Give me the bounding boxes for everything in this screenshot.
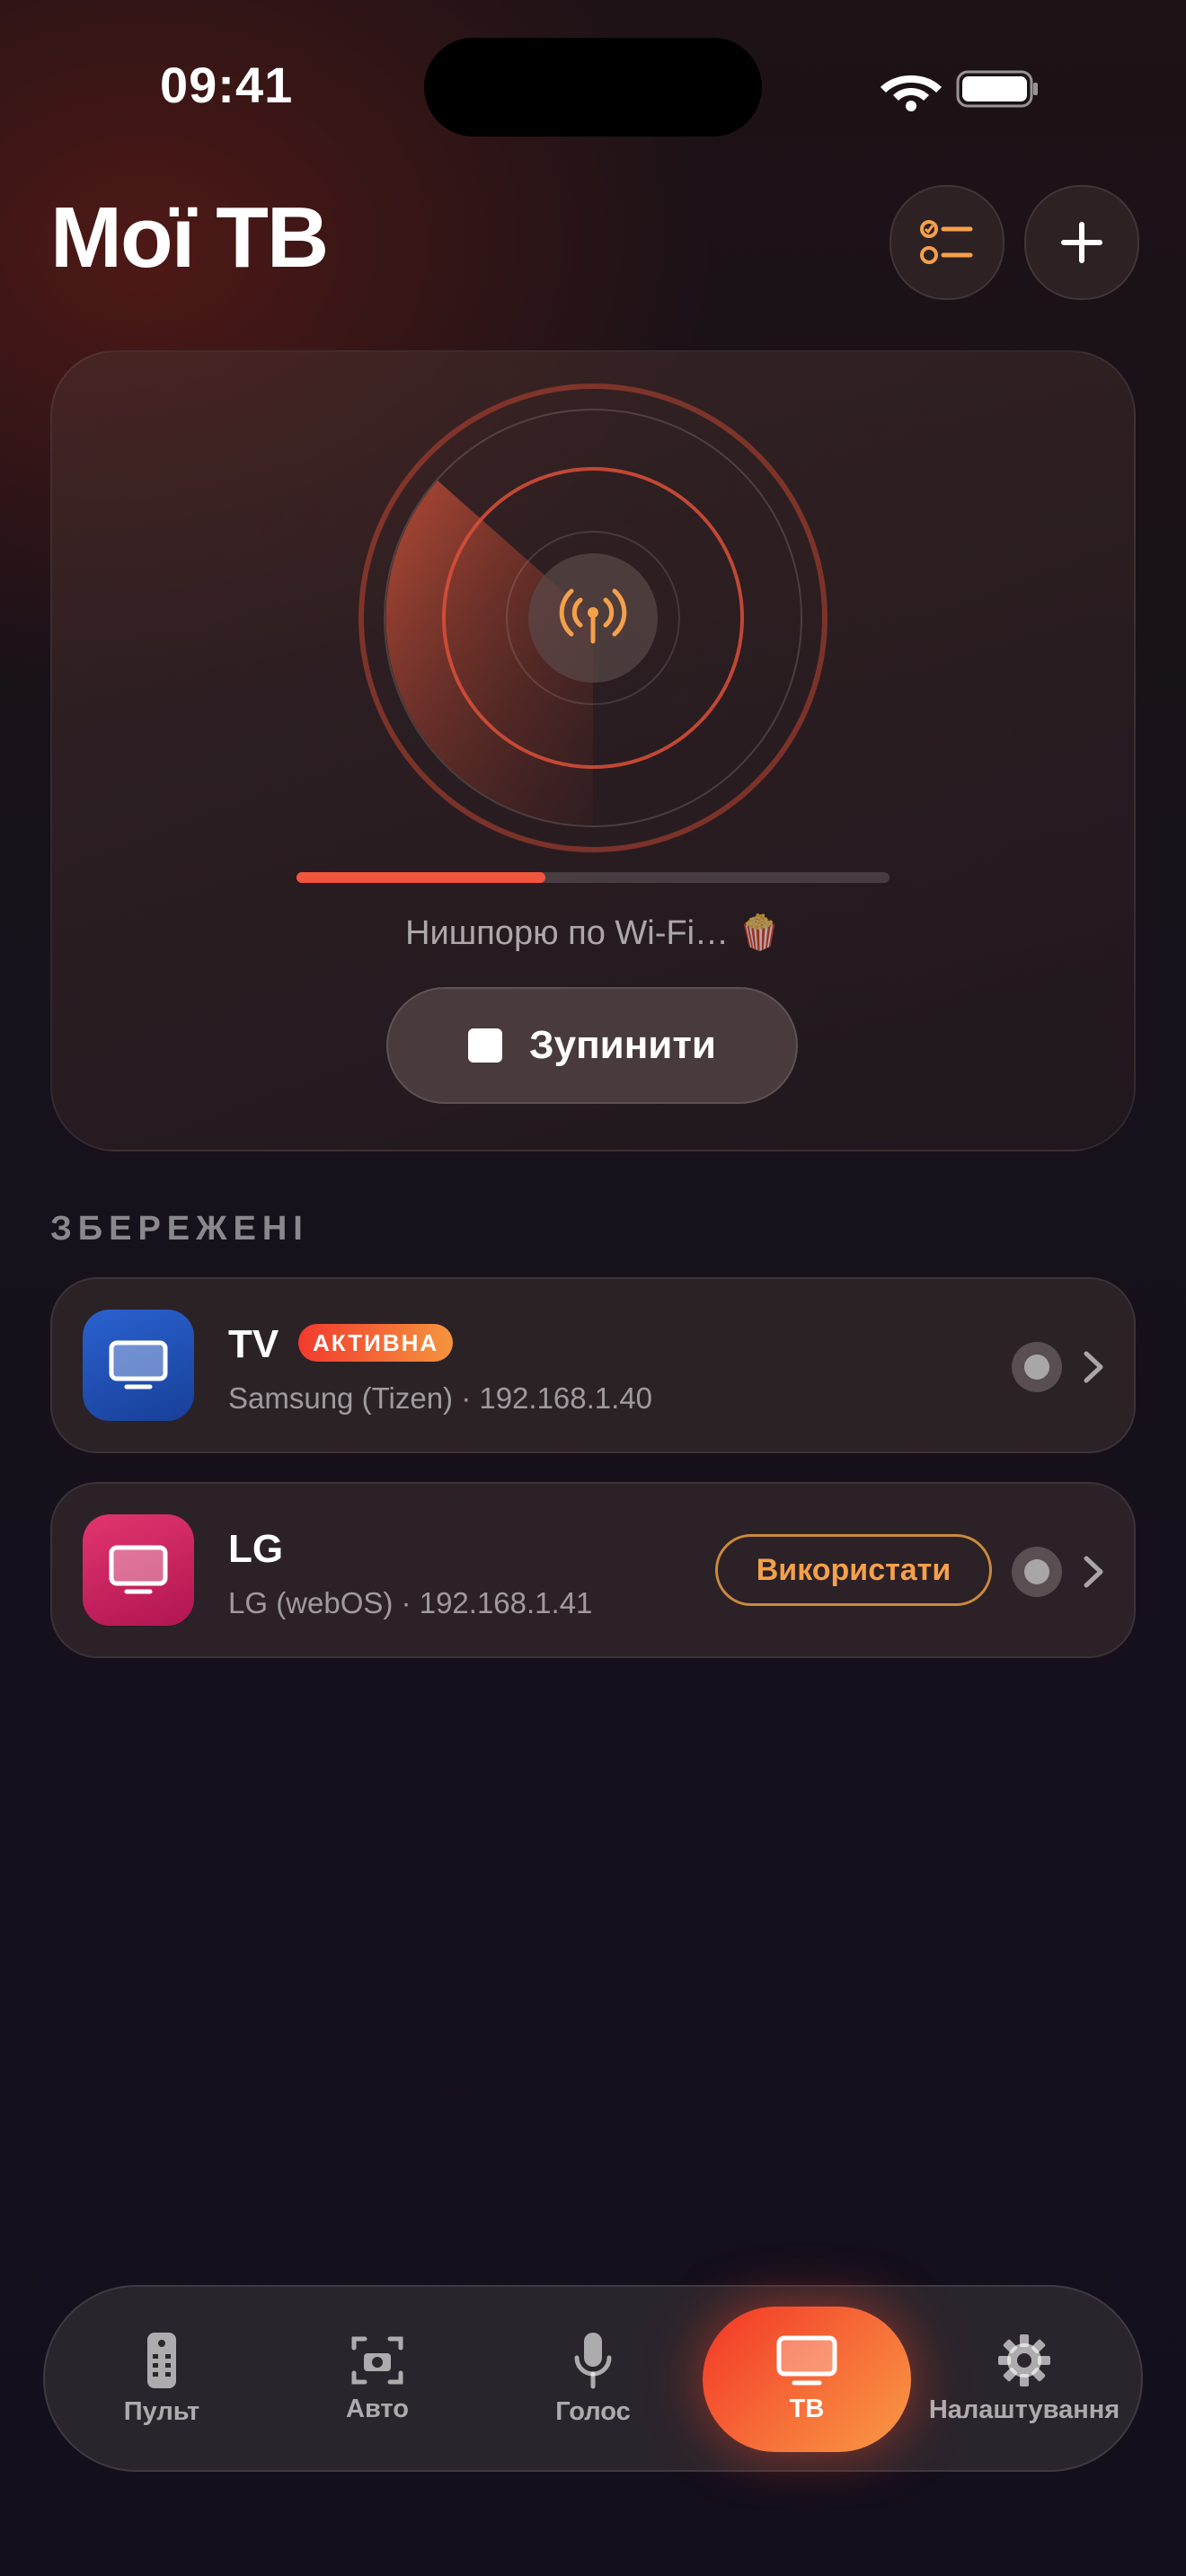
tab-label: Налаштування	[928, 2395, 1120, 2424]
checklist-icon	[920, 220, 973, 264]
chevron-right-icon	[1084, 1556, 1103, 1588]
tv-device-icon	[83, 1514, 194, 1626]
device-row-tv[interactable]: TV АКТИВНА Samsung (Tizen) · 192.168.1.4…	[50, 1277, 1136, 1453]
tab-label: ТВ	[789, 2394, 825, 2423]
tab-bar: Пульт Авто Голос ТВ Налаштування	[43, 2285, 1143, 2472]
connection-indicator	[1012, 1342, 1062, 1392]
tv-device-icon	[83, 1310, 194, 1421]
chevron-right-icon	[1084, 1351, 1103, 1383]
scan-status-text: Нишпорю по Wi-Fi… 🍿	[405, 914, 781, 952]
page-title: Мої ТВ	[50, 190, 329, 286]
tab-label: Голос	[555, 2396, 631, 2426]
tab-remote[interactable]: Пульт	[72, 2287, 252, 2470]
active-badge: АКТИВНА	[298, 1324, 454, 1362]
device-name: TV	[228, 1322, 279, 1366]
device-subtitle: LG (webOS) · 192.168.1.41	[228, 1586, 593, 1619]
gear-icon	[998, 2333, 1050, 2386]
scan-progress-fill	[296, 872, 546, 883]
radar-animation	[358, 384, 828, 852]
stop-scan-button[interactable]: Зупинити	[386, 987, 798, 1104]
status-time: 09:41	[160, 57, 294, 113]
dynamic-island	[424, 38, 762, 137]
use-device-button[interactable]: Використати	[715, 1534, 992, 1606]
stop-icon	[468, 1028, 503, 1063]
tab-auto[interactable]: Авто	[288, 2287, 467, 2470]
add-tv-button[interactable]	[1024, 185, 1139, 300]
wifi-icon	[881, 75, 942, 111]
device-subtitle: Samsung (Tizen) · 192.168.1.40	[228, 1381, 653, 1415]
connection-indicator	[1012, 1547, 1062, 1597]
checklist-button[interactable]	[890, 185, 1005, 300]
tab-label: Авто	[346, 2394, 409, 2423]
tv-icon	[109, 1545, 168, 1594]
tab-tv[interactable]: ТВ	[703, 2307, 911, 2452]
section-label-saved: ЗБЕРЕЖЕНІ	[50, 1210, 309, 1248]
tab-settings[interactable]: Налаштування	[916, 2287, 1132, 2470]
tv-icon	[109, 1340, 168, 1389]
tv-icon	[776, 2335, 837, 2385]
tab-voice[interactable]: Голос	[503, 2287, 683, 2470]
plus-icon	[1061, 222, 1102, 263]
device-name: LG	[228, 1527, 284, 1571]
camera-scan-icon	[351, 2336, 403, 2384]
tab-label: Пульт	[123, 2396, 200, 2426]
stop-scan-label: Зупинити	[529, 1023, 716, 1067]
device-row-lg[interactable]: LG LG (webOS) · 192.168.1.41 Використати	[50, 1482, 1136, 1658]
remote-icon	[147, 2332, 176, 2388]
scan-progress-bar	[296, 872, 890, 883]
status-icons	[881, 70, 1038, 111]
battery-icon	[956, 70, 1038, 108]
microphone-icon	[574, 2332, 612, 2388]
